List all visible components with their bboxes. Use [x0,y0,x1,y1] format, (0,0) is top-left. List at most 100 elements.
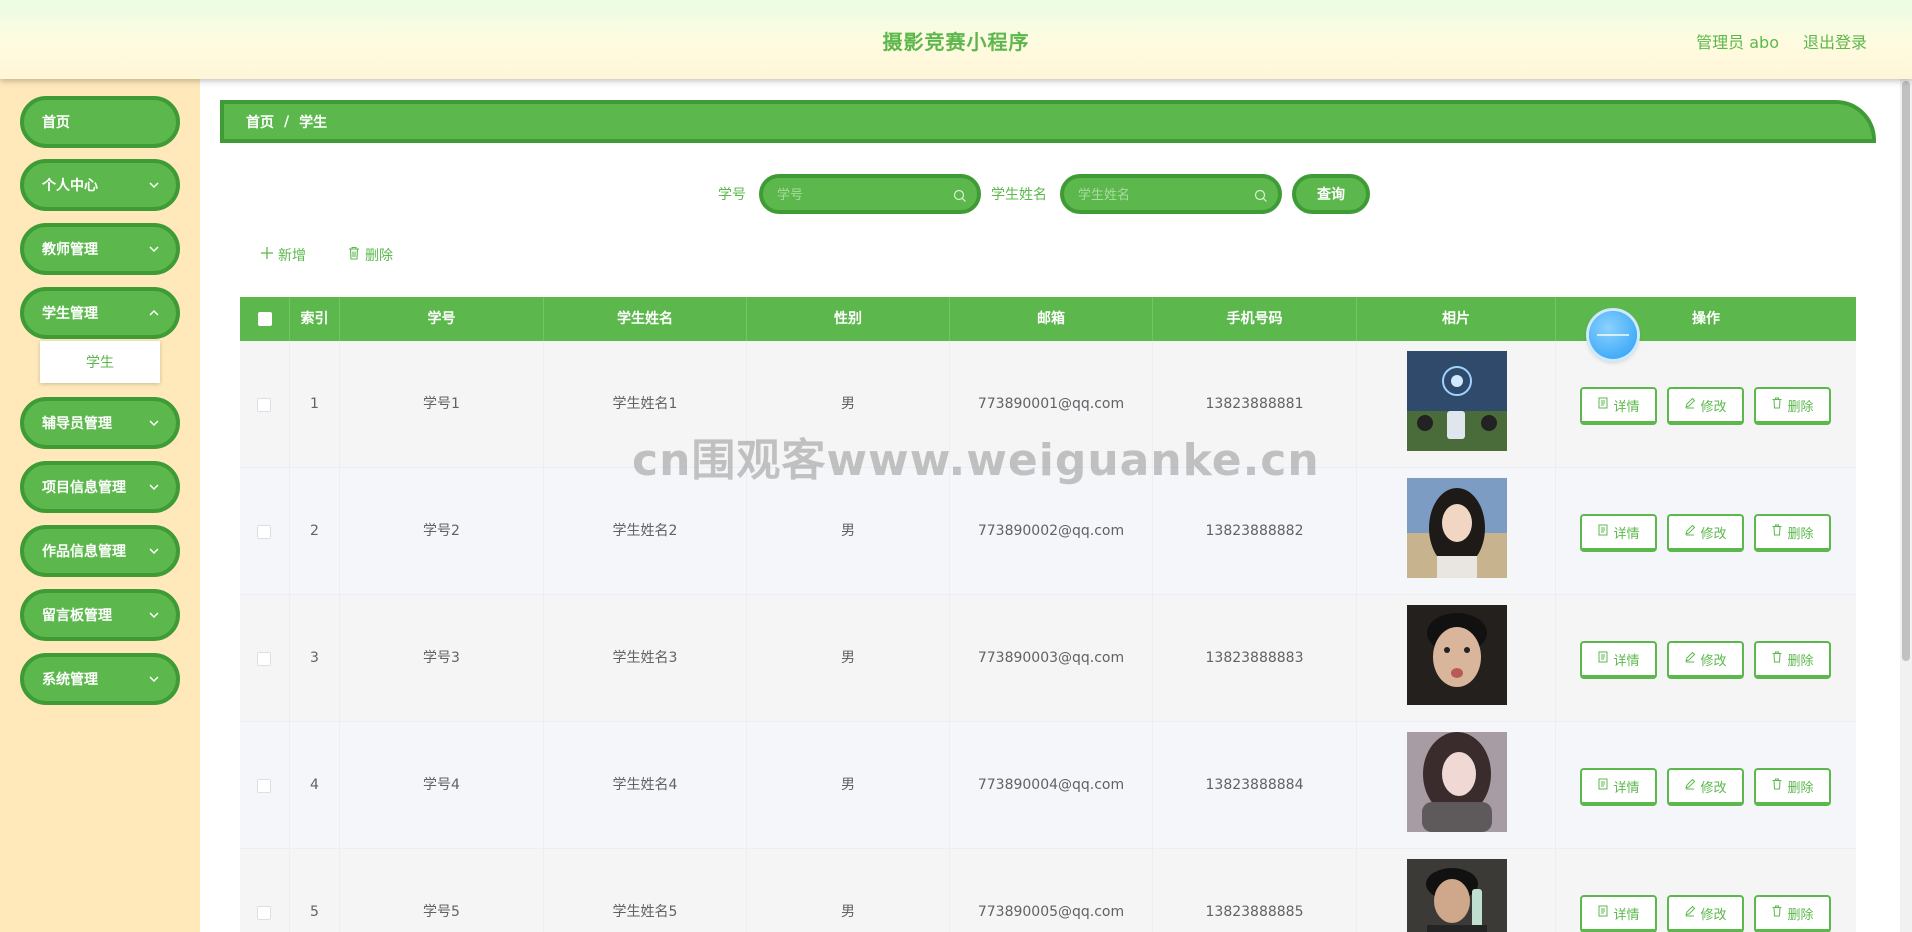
floating-assistant-icon[interactable] [1589,311,1637,359]
chevron-down-icon [146,415,162,431]
cell-email: 773890002@qq.com [950,468,1153,595]
chevron-down-icon [146,671,162,687]
row-delete-button[interactable]: 删除 [1754,387,1831,425]
sidebar-item-label: 首页 [42,115,70,131]
row-delete-button-label: 删除 [1787,399,1814,415]
logout-button[interactable]: 退出登录 [1803,29,1867,53]
chevron-up-icon [146,305,162,321]
detail-button[interactable]: 详情 [1580,387,1657,425]
edit-icon [1684,905,1696,921]
row-checkbox[interactable] [257,906,271,920]
sidebar-item-teacher-management[interactable]: 教师管理 [20,223,180,275]
detail-button[interactable]: 详情 [1580,768,1657,806]
sidebar-subitem-student[interactable]: 学生 [40,341,160,383]
bubble-line [1597,334,1629,336]
cell-gender: 男 [747,849,950,932]
sidebar-item-home[interactable]: 首页 [20,96,180,148]
row-checkbox[interactable] [257,779,271,793]
sidebar-item-message-board[interactable]: 留言板管理 [20,589,180,641]
cell-gender: 男 [747,595,950,722]
cell-phone: 13823888884 [1153,722,1357,849]
add-button[interactable]: 新增 [260,244,306,266]
add-button-label: 新增 [278,248,306,264]
row-delete-button[interactable]: 删除 [1754,514,1831,552]
trash-icon [1771,778,1783,794]
detail-button-label: 详情 [1613,526,1640,542]
header-select-all-cell [240,297,290,341]
sidebar-item-work-management[interactable]: 作品信息管理 [20,525,180,577]
row-delete-button[interactable]: 删除 [1754,895,1831,932]
student-id-input[interactable] [777,184,947,206]
sidebar-item-label: 留言板管理 [42,608,112,624]
edit-button[interactable]: 修改 [1667,387,1744,425]
breadcrumb: 首页 / 学生 [220,100,1876,143]
student-name-input[interactable] [1078,184,1248,206]
student-id-search-box [759,174,981,214]
table-row: 3 学号3 学生姓名3 男 773890003@qq.com 138238888… [240,595,1856,722]
header-email: 邮箱 [950,297,1153,341]
user-label[interactable]: 管理员 abo [1696,29,1779,53]
row-delete-button[interactable]: 删除 [1754,641,1831,679]
vertical-scrollbar[interactable] [1900,79,1912,932]
select-all-checkbox[interactable] [258,312,272,326]
sidebar-item-label: 教师管理 [42,242,98,258]
edit-button-label: 修改 [1700,907,1727,923]
sidebar-item-project-management[interactable]: 项目信息管理 [20,461,180,513]
table-row: 4 学号4 学生姓名4 男 773890004@qq.com 138238888… [240,722,1856,849]
cell-gender: 男 [747,468,950,595]
header-phone: 手机号码 [1153,297,1357,341]
chevron-down-icon [146,543,162,559]
student-photo [1407,859,1507,932]
row-checkbox[interactable] [257,398,271,412]
detail-button-label: 详情 [1613,780,1640,796]
detail-button-label: 详情 [1613,907,1640,923]
row-delete-button[interactable]: 删除 [1754,768,1831,806]
sidebar-item-system-management[interactable]: 系统管理 [20,653,180,705]
row-select-cell [240,595,290,722]
edit-button[interactable]: 修改 [1667,895,1744,932]
cell-student-id: 学号4 [340,722,544,849]
trash-icon [1771,524,1783,540]
delete-button[interactable]: 删除 [347,244,393,266]
header-index: 索引 [290,297,340,341]
trash-icon [1771,905,1783,921]
detail-button[interactable]: 详情 [1580,641,1657,679]
cell-student-id: 学号2 [340,468,544,595]
sidebar-item-label: 辅导员管理 [42,416,112,432]
delete-button-label: 删除 [365,248,393,264]
row-delete-button-label: 删除 [1787,653,1814,669]
detail-button-label: 详情 [1613,653,1640,669]
detail-button[interactable]: 详情 [1580,895,1657,932]
edit-icon [1684,778,1696,794]
edit-button[interactable]: 修改 [1667,641,1744,679]
cell-email: 773890004@qq.com [950,722,1153,849]
row-select-cell [240,722,290,849]
cell-student-id: 学号3 [340,595,544,722]
chevron-down-icon [146,241,162,257]
query-button[interactable]: 查询 [1292,174,1370,214]
header-student-name: 学生姓名 [544,297,747,341]
table-row: 2 学号2 学生姓名2 男 773890002@qq.com 138238888… [240,468,1856,595]
cell-email: 773890003@qq.com [950,595,1153,722]
row-checkbox[interactable] [257,525,271,539]
breadcrumb-home[interactable]: 首页 [246,112,274,132]
sidebar-item-label: 学生管理 [42,306,98,322]
detail-button[interactable]: 详情 [1580,514,1657,552]
cell-index: 3 [290,595,340,722]
edit-button[interactable]: 修改 [1667,514,1744,552]
detail-button-label: 详情 [1613,399,1640,415]
student-name-label: 学生姓名 [991,187,1047,203]
sidebar-item-counselor-management[interactable]: 辅导员管理 [20,397,180,449]
document-icon [1597,397,1609,413]
cell-index: 2 [290,468,340,595]
sidebar-item-student-management[interactable]: 学生管理 [20,287,180,339]
scrollbar-thumb[interactable] [1902,81,1910,661]
edit-button[interactable]: 修改 [1667,768,1744,806]
chevron-down-icon [146,607,162,623]
student-name-search-box [1060,174,1282,214]
cell-index: 1 [290,341,340,468]
document-icon [1597,905,1609,921]
sidebar-item-label: 项目信息管理 [42,480,126,496]
row-delete-button-label: 删除 [1787,780,1814,796]
row-checkbox[interactable] [257,652,271,666]
